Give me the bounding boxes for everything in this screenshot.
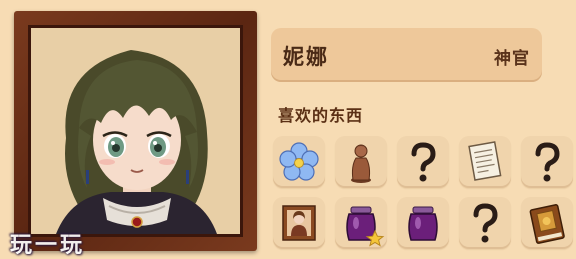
blue-flower-icon [279,142,319,181]
favorite-slot-8[interactable] [397,197,449,249]
portrait-mat [28,25,243,237]
purple-jam-jar-icon [408,206,438,241]
character-portrait [31,28,240,234]
favorite-slot-7[interactable] [335,197,387,249]
brown-book-icon [529,204,565,244]
favorite-slot-10[interactable] [521,197,573,249]
favorite-slot-9[interactable] [459,197,511,249]
woman-statue-icon [351,144,371,183]
favorite-slot-4[interactable] [459,136,511,188]
favorite-slot-2[interactable] [335,136,387,188]
favorite-slot-1[interactable] [273,136,325,188]
character-name: 妮娜 [283,45,329,69]
star-icon [365,229,385,247]
unknown-question-icon [535,142,560,182]
character-name-bar: 妮娜 神官 [271,28,542,82]
unknown-question-icon [411,142,436,182]
portrait-painting-icon [282,205,316,241]
letter-paper-icon [468,141,502,181]
character-role: 神官 [494,49,530,69]
watermark-text: 玩一玩 [10,233,86,258]
unknown-question-icon [473,203,498,243]
favorites-label: 喜欢的东西 [278,106,364,125]
portrait-frame [14,11,257,251]
favorite-slot-6[interactable] [273,197,325,249]
favorite-slot-3[interactable] [397,136,449,188]
favorite-slot-5[interactable] [521,136,573,188]
